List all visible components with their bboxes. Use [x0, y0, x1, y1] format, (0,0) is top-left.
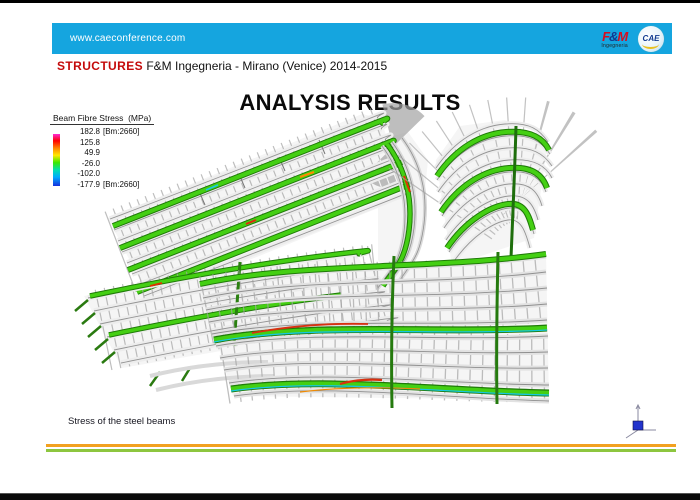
fem-model-visualization — [0, 0, 700, 499]
legend-entry: 182.8[Bm:2660] — [67, 127, 154, 138]
legend-entry: 125.8 — [67, 138, 154, 149]
legend-entry: -102.0 — [67, 169, 154, 180]
legend-entry: -26.0 — [67, 159, 154, 170]
legend-colorbar — [53, 134, 60, 186]
legend-entry: -177.9[Bm:2660] — [67, 180, 154, 191]
stress-legend: Beam Fibre Stress (MPa) 182.8[Bm:2660] 1… — [50, 113, 154, 190]
axis-triad-icon — [620, 400, 660, 440]
legend-title: Beam Fibre Stress (MPa) — [50, 113, 154, 125]
legend-entry: 49.9 — [67, 148, 154, 159]
